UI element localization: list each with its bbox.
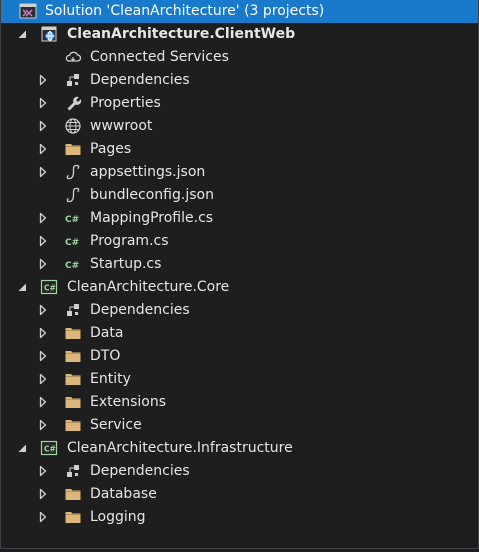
tree-item-wwwroot[interactable]: wwwroot: [1, 115, 478, 138]
tree-item-dependencies-label: Dependencies: [90, 463, 190, 479]
tree-item-data[interactable]: Data: [1, 322, 478, 345]
tree-item-appsettings-json-label: appsettings.json: [90, 164, 206, 180]
web-project-icon: [40, 25, 58, 43]
expand-arrow-icon[interactable]: [37, 120, 49, 132]
tree-item-pages-label: Pages: [90, 141, 132, 157]
svg-text:C#: C#: [44, 445, 56, 454]
tree-item-dependencies[interactable]: Dependencies: [1, 69, 478, 92]
folder-icon: [64, 370, 82, 388]
tree-item-appsettings-json[interactable]: appsettings.json: [1, 161, 478, 184]
solution-node[interactable]: Solution 'CleanArchitecture' (3 projects…: [1, 0, 478, 23]
tree-item-database[interactable]: Database: [1, 483, 478, 506]
dependencies-icon: [64, 301, 82, 319]
tree-item-properties-label: Properties: [90, 95, 161, 111]
tree-item-dependencies-label: Dependencies: [90, 302, 190, 318]
collapse-arrow-icon[interactable]: [16, 28, 28, 40]
folder-icon: [64, 140, 82, 158]
json-file-icon: [64, 186, 82, 204]
expand-arrow-icon[interactable]: [37, 373, 49, 385]
folder-icon: [64, 393, 82, 411]
expand-arrow-icon[interactable]: [37, 327, 49, 339]
project-node-cleanarchitecture-core-label: CleanArchitecture.Core: [67, 279, 230, 295]
wrench-icon: [64, 94, 82, 112]
csharp-file-icon: C#: [64, 209, 82, 227]
tree-item-logging-label: Logging: [90, 509, 146, 525]
tree-item-connected-services-label: Connected Services: [90, 49, 229, 65]
expand-arrow-icon[interactable]: [37, 74, 49, 86]
tree-item-program-cs-label: Program.cs: [90, 233, 169, 249]
expand-arrow-icon[interactable]: [37, 166, 49, 178]
tree-item-dependencies[interactable]: Dependencies: [1, 299, 478, 322]
tree-item-extensions[interactable]: Extensions: [1, 391, 478, 414]
tree-item-dependencies[interactable]: Dependencies: [1, 460, 478, 483]
tree-item-dependencies-label: Dependencies: [90, 72, 190, 88]
csharp-file-icon: C#: [64, 232, 82, 250]
expand-arrow-icon[interactable]: [37, 304, 49, 316]
cloud-icon: [64, 48, 82, 66]
collapse-arrow-icon[interactable]: [16, 281, 28, 293]
expand-arrow-icon[interactable]: [37, 258, 49, 270]
folder-icon: [64, 508, 82, 526]
tree-item-service-label: Service: [90, 417, 142, 433]
tree-item-pages[interactable]: Pages: [1, 138, 478, 161]
tree-item-bundleconfig-json-label: bundleconfig.json: [90, 187, 214, 203]
tree-item-mappingprofile-cs-label: MappingProfile.cs: [90, 210, 214, 226]
folder-icon: [64, 347, 82, 365]
expand-arrow-icon[interactable]: [37, 396, 49, 408]
dependencies-icon: [64, 462, 82, 480]
expand-arrow-icon[interactable]: [37, 465, 49, 477]
expand-arrow-icon[interactable]: [37, 511, 49, 523]
folder-icon: [64, 416, 82, 434]
folder-icon: [64, 324, 82, 342]
project-node-cleanarchitecture-clientweb[interactable]: CleanArchitecture.ClientWeb: [1, 23, 478, 46]
tree-item-dto-label: DTO: [90, 348, 121, 364]
solution-explorer-tree: Solution 'CleanArchitecture' (3 projects…: [0, 0, 479, 549]
svg-text:C#: C#: [65, 261, 79, 271]
tree-item-dto[interactable]: DTO: [1, 345, 478, 368]
svg-text:C#: C#: [65, 215, 79, 225]
solution-node-label: Solution 'CleanArchitecture' (3 projects…: [45, 3, 325, 19]
tree-item-startup-cs[interactable]: C# Startup.cs: [1, 253, 478, 276]
solution-icon: [19, 2, 37, 20]
project-node-cleanarchitecture-infrastructure[interactable]: C# CleanArchitecture.Infrastructure: [1, 437, 478, 460]
tree-item-wwwroot-label: wwwroot: [90, 118, 153, 134]
tree-item-database-label: Database: [90, 486, 157, 502]
tree-item-bundleconfig-json[interactable]: bundleconfig.json: [1, 184, 478, 207]
tree-item-mappingprofile-cs[interactable]: C# MappingProfile.cs: [1, 207, 478, 230]
tree-item-logging[interactable]: Logging: [1, 506, 478, 529]
expand-arrow-icon[interactable]: [37, 419, 49, 431]
tree-item-connected-services[interactable]: Connected Services: [1, 46, 478, 69]
project-node-cleanarchitecture-clientweb-label: CleanArchitecture.ClientWeb: [67, 26, 296, 42]
csharp-file-icon: C#: [64, 255, 82, 273]
tree-item-program-cs[interactable]: C# Program.cs: [1, 230, 478, 253]
expand-arrow-icon[interactable]: [37, 143, 49, 155]
dependencies-icon: [64, 71, 82, 89]
csharp-project-icon: C#: [40, 278, 58, 296]
json-file-icon: [64, 163, 82, 181]
expand-arrow-icon[interactable]: [37, 488, 49, 500]
tree-item-service[interactable]: Service: [1, 414, 478, 437]
project-node-cleanarchitecture-core[interactable]: C# CleanArchitecture.Core: [1, 276, 478, 299]
tree-item-entity-label: Entity: [90, 371, 131, 387]
tree-item-data-label: Data: [90, 325, 124, 341]
expand-arrow-icon[interactable]: [37, 350, 49, 362]
tree-item-entity[interactable]: Entity: [1, 368, 478, 391]
tree-item-extensions-label: Extensions: [90, 394, 167, 410]
svg-text:C#: C#: [44, 284, 56, 293]
tree-item-startup-cs-label: Startup.cs: [90, 256, 162, 272]
globe-icon: [64, 117, 82, 135]
folder-icon: [64, 485, 82, 503]
tree-item-properties[interactable]: Properties: [1, 92, 478, 115]
collapse-arrow-icon[interactable]: [16, 442, 28, 454]
project-node-cleanarchitecture-infrastructure-label: CleanArchitecture.Infrastructure: [67, 440, 293, 456]
expand-arrow-icon[interactable]: [37, 97, 49, 109]
csharp-project-icon: C#: [40, 439, 58, 457]
expand-arrow-icon[interactable]: [37, 235, 49, 247]
svg-text:C#: C#: [65, 238, 79, 248]
expand-arrow-icon[interactable]: [37, 212, 49, 224]
